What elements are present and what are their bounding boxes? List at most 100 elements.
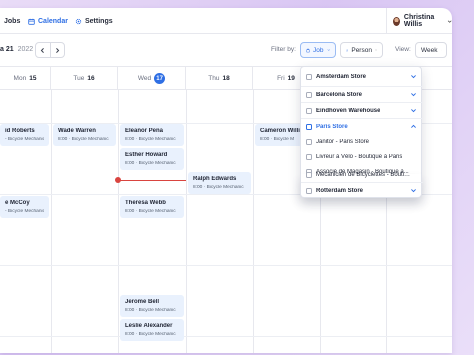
briefcase-icon	[306, 48, 310, 52]
chevron-down-icon	[440, 49, 441, 51]
day-number: 15	[29, 75, 37, 82]
dropdown-group-eindhoven[interactable]: Eindhoven Warehouse	[301, 102, 423, 118]
job-filter-label: Job	[313, 46, 324, 54]
current-time-dot	[115, 177, 121, 183]
dropdown-item-livreur[interactable]: Livreur à Vélo - Boutique à Paris	[301, 149, 423, 165]
view-select[interactable]: Week	[415, 42, 447, 58]
day-header-mon[interactable]: Mon 15	[0, 67, 51, 90]
date-range-text: a 21	[0, 46, 14, 53]
chevron-left-icon	[41, 47, 45, 53]
chevron-down-icon	[327, 49, 330, 51]
view-select-value: Week	[421, 46, 438, 54]
event-name: id Roberts	[5, 128, 35, 134]
event-card[interactable]: e McCoy - Bicycle Mechanic	[0, 196, 49, 218]
view-label: View:	[395, 46, 411, 53]
nav-calendar[interactable]: Calendar	[28, 8, 68, 34]
checkbox[interactable]	[306, 154, 312, 160]
event-meta: - Bicycle Mechanic	[5, 209, 44, 214]
day-name: Fri	[277, 75, 285, 82]
event-name: Leslie Alexander	[125, 323, 173, 329]
day-header-wed[interactable]: Wed 17	[118, 67, 186, 90]
event-card[interactable]: id Roberts - Bicycle Mechanic	[0, 124, 49, 146]
checkbox[interactable]	[306, 187, 312, 194]
date-year: 2022	[17, 46, 34, 53]
day-number: 19	[287, 75, 295, 82]
event-name: Theresa Webb	[125, 200, 166, 206]
event-name: Wade Warren	[58, 128, 96, 134]
dropdown-item-label: Janitor - Paris Store	[316, 139, 370, 145]
dropdown-group-rotterdam[interactable]: Rotterdam Store	[301, 182, 423, 198]
day-header-tue[interactable]: Tue 16	[51, 67, 118, 90]
dropdown-group-barcelona[interactable]: Barcelona Store	[301, 86, 423, 102]
calendar-app: Jobs Calendar Settings Christina Willis	[0, 8, 452, 353]
checkbox[interactable]	[306, 74, 312, 80]
event-card[interactable]: Jerome Bell 8:00 · Bicycle Mechanic	[120, 295, 184, 317]
event-meta: - Bicycle Mechanic	[5, 137, 44, 142]
date-pager	[35, 42, 65, 58]
current-time-line	[118, 180, 186, 181]
person-filter-button[interactable]: Person	[340, 42, 383, 58]
dropdown-item-mecanicien[interactable]: Mécanicien de Bicyclettes - Boutique à..…	[301, 167, 423, 183]
dropdown-group-paris[interactable]: Paris Store	[301, 118, 423, 134]
event-meta: 8:00 · Bicycle Mechanic	[193, 185, 244, 190]
chevron-down-icon	[375, 49, 377, 51]
top-nav: Jobs Calendar Settings Christina Willis	[0, 8, 452, 34]
dropdown-item-label: Barcelona Store	[316, 91, 363, 98]
day-number: 16	[87, 75, 95, 82]
day-name: Mon	[13, 75, 27, 82]
dropdown-item-label: Mécanicien de Bicyclettes - Boutique à..…	[316, 172, 412, 178]
checkbox[interactable]	[306, 123, 312, 130]
user-menu[interactable]: Christina Willis	[386, 8, 452, 34]
event-meta: 8:00 · Bicycle Mechanic	[125, 308, 176, 313]
chevron-up-icon[interactable]	[410, 123, 417, 130]
row-divider	[0, 265, 452, 266]
event-card[interactable]: Eleanor Pena 8:00 · Bicycle Mechanic	[120, 124, 184, 146]
today-badge: 17	[154, 73, 166, 84]
day-name: Tue	[73, 75, 85, 82]
event-name: Eleanor Pena	[125, 128, 164, 134]
chevron-down-icon[interactable]	[410, 73, 417, 80]
user-name: Christina Willis	[403, 14, 435, 28]
event-meta: 8:00 · Bicycle Mechanic	[125, 137, 176, 142]
dropdown-item-label: Rotterdam Store	[316, 187, 364, 194]
chevron-down-icon[interactable]	[410, 187, 417, 194]
dropdown-item-label: Amsterdam Store	[316, 74, 367, 80]
checkbox[interactable]	[306, 107, 312, 114]
event-meta: 8:00 · Bicycle Mechanic	[125, 209, 176, 214]
event-name: Esther Howard	[125, 152, 168, 158]
nav-settings[interactable]: Settings	[75, 8, 113, 34]
day-number: 18	[222, 75, 230, 82]
checkbox[interactable]	[306, 91, 312, 98]
chevron-down-icon[interactable]	[410, 107, 417, 114]
event-card[interactable]: Theresa Webb 8:00 · Bicycle Mechanic	[120, 196, 184, 218]
event-card[interactable]: Leslie Alexander 8:00 · Bicycle Mechanic	[120, 319, 184, 341]
day-name: Thu	[208, 75, 220, 82]
column-divider	[253, 90, 254, 353]
avatar	[393, 16, 400, 26]
checkbox[interactable]	[306, 172, 312, 178]
dropdown-item-janitor[interactable]: Janitor - Paris Store	[301, 134, 423, 150]
event-name: e McCoy	[5, 200, 30, 206]
calendar-icon	[28, 18, 35, 25]
dropdown-item-label: Eindhoven Warehouse	[316, 107, 381, 114]
dropdown-group-amsterdam[interactable]: Amsterdam Store	[301, 69, 423, 85]
next-week-button[interactable]	[51, 43, 65, 57]
chevron-down-icon[interactable]	[410, 91, 417, 98]
chevron-right-icon	[55, 47, 59, 53]
nav-jobs[interactable]: Jobs	[4, 8, 20, 34]
day-name: Wed	[137, 75, 152, 82]
gear-icon	[75, 18, 82, 24]
event-meta: 8:00 · Bicycle Mechanic	[125, 332, 176, 337]
previous-week-button[interactable]	[36, 43, 51, 57]
event-card[interactable]: Esther Howard 8:00 · Bicycle Mechanic	[120, 148, 184, 170]
event-name: Ralph Edwards	[193, 176, 237, 182]
event-meta: 8:00 · Bicycle Mechanic	[58, 137, 109, 142]
day-header-thu[interactable]: Thu 18	[186, 67, 253, 90]
checkbox[interactable]	[306, 139, 312, 145]
event-card[interactable]: Wade Warren 8:00 · Bicycle Mechanic	[53, 124, 116, 146]
nav-jobs-label: Jobs	[4, 17, 21, 25]
event-meta: 8:00 · Bicycle Mechanic	[125, 161, 176, 166]
event-card[interactable]: Ralph Edwards 8:00 · Bicycle Mechanic	[188, 172, 251, 194]
job-filter-button[interactable]: Job	[300, 42, 336, 58]
person-icon	[346, 48, 349, 51]
